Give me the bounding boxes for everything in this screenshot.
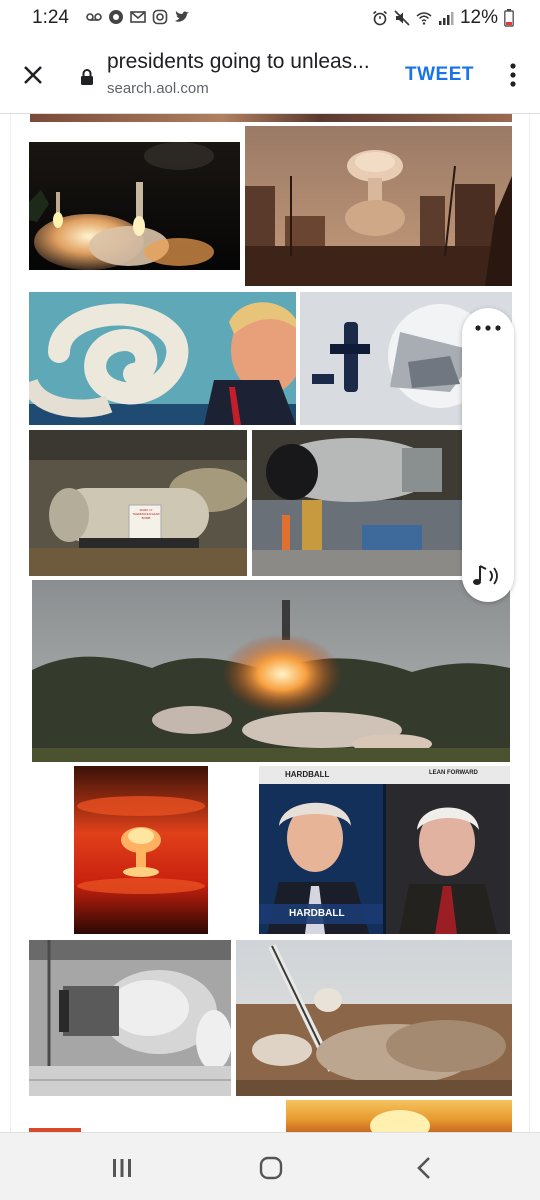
image-result-fat-man[interactable] — [29, 940, 231, 1096]
system-nav-bar — [0, 1132, 540, 1200]
tv-banner-left: HARDBALL — [285, 770, 330, 779]
battery-percent: 12% — [459, 7, 498, 28]
image-result-bomb-museum[interactable] — [252, 430, 462, 576]
page-domain[interactable]: search.aol.com — [107, 80, 209, 97]
custom-tab-toolbar: presidents going to unleas... search.aol… — [0, 36, 540, 114]
image-result-fire-explosion[interactable] — [286, 1100, 512, 1132]
status-left-icons — [86, 9, 190, 25]
more-options-icon[interactable] — [508, 60, 518, 90]
status-bar: 1:24 12% — [0, 0, 540, 36]
signal-icon — [438, 12, 454, 25]
image-result-missile-desert[interactable] — [236, 940, 512, 1096]
mute-icon — [394, 10, 410, 26]
instagram-icon — [152, 9, 168, 25]
home-icon[interactable] — [258, 1155, 284, 1181]
voicemail-icon — [86, 13, 102, 21]
image-result-mushroom-city[interactable] — [245, 126, 512, 286]
twitter-icon — [175, 11, 189, 22]
image-result-rocket-night[interactable] — [29, 142, 240, 270]
close-icon[interactable] — [18, 60, 48, 90]
wifi-icon — [416, 12, 432, 25]
floating-action-panel — [462, 308, 514, 602]
lock-icon — [81, 69, 93, 85]
chrome-icon — [109, 10, 123, 24]
audio-playback-icon[interactable] — [472, 562, 504, 590]
bomb-placard-text: MARK 17 THERMONUCLEAR BOMB — [132, 508, 160, 520]
page-title[interactable]: presidents going to unleas... — [107, 50, 392, 74]
alarm-icon — [372, 10, 387, 26]
status-time: 1:24 — [32, 7, 69, 28]
image-result-bomb-storage[interactable] — [29, 430, 247, 576]
image-result-missile-forest[interactable] — [32, 580, 510, 762]
back-icon[interactable] — [415, 1155, 433, 1181]
status-right: 12% — [372, 7, 514, 29]
image-result-hardball-tv[interactable]: HARDBALL LEAN FORWARD HARDBALL — [259, 766, 510, 934]
tv-lower-title: HARDBALL — [289, 908, 345, 919]
gmail-icon — [130, 11, 146, 23]
image-result-partial-top[interactable] — [30, 114, 512, 122]
more-horizontal-icon[interactable] — [473, 322, 503, 334]
tv-banner-right: LEAN FORWARD — [429, 770, 478, 776]
tweet-button[interactable]: TWEET — [405, 64, 474, 86]
image-result-trump-spiral[interactable] — [29, 292, 296, 425]
recents-icon[interactable] — [110, 1157, 134, 1179]
battery-low-icon — [504, 9, 514, 27]
image-result-nuclear-fireball[interactable] — [74, 766, 208, 934]
image-results: HARDBALL LEAN FORWARD HARDBALL MARK 17 T… — [0, 114, 540, 1132]
